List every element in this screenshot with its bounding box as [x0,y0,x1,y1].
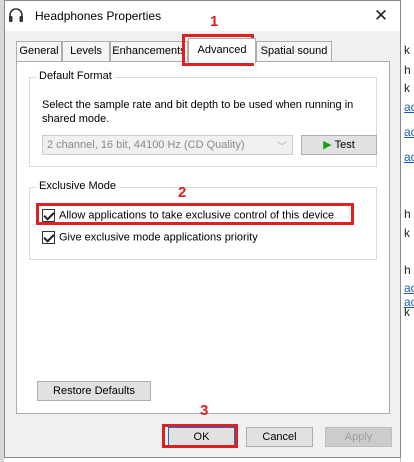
tab-enhancements[interactable]: Enhancements [110,41,188,61]
exclusive-priority-checkbox[interactable] [42,231,55,244]
advanced-tab-panel: Default Format Select the sample rate an… [16,61,390,414]
tab-advanced[interactable]: Advanced [188,38,256,63]
format-select[interactable]: 2 channel, 16 bit, 44100 Hz (CD Quality)… [42,135,293,155]
test-button[interactable]: ▶ Test [301,135,377,155]
cancel-button[interactable]: Cancel [246,427,313,447]
apply-button[interactable]: Apply [325,427,392,447]
annotation-number: 1 [210,13,219,30]
properties-dialog: Headphones Properties ✕ General Levels E… [4,0,401,458]
group-title: Exclusive Mode [36,180,120,192]
annotation-number: 3 [200,402,209,419]
annotation-number: 2 [178,184,187,201]
background-text: h [404,207,411,221]
background-text: k [404,43,410,57]
exclusive-priority-checkbox-row[interactable]: Give exclusive mode applications priorit… [42,231,258,245]
tab-levels[interactable]: Levels [62,41,110,61]
background-text: k [404,305,410,319]
background-window-strip: k h k ac ac ac h k h ac ac k [400,0,414,462]
annotation-box-ok-button [162,424,238,448]
background-text: k [404,81,410,95]
chevron-down-icon: ﹀ [277,142,287,153]
background-link[interactable]: ac [404,101,414,113]
default-format-group: Default Format Select the sample rate an… [29,70,377,167]
tab-general[interactable]: General [16,41,62,61]
format-select-value: 2 channel, 16 bit, 44100 Hz (CD Quality) [47,139,245,151]
background-text: h [404,63,411,77]
close-icon[interactable]: ✕ [368,3,394,29]
checkbox-label: Give exclusive mode applications priorit… [59,231,258,244]
play-icon: ▶ [323,139,332,151]
headphones-icon [7,6,25,24]
test-button-label: Test [334,139,355,151]
window-title: Headphones Properties [35,9,162,23]
background-link[interactable]: ac [404,151,414,163]
background-text: h [404,263,411,277]
group-title: Default Format [36,70,115,82]
format-description: Select the sample rate and bit depth to … [42,99,354,125]
annotation-box-exclusive-control [36,203,354,225]
background-text: k [404,226,410,240]
tab-spatial-sound[interactable]: Spatial sound [256,41,332,61]
title-bar[interactable]: Headphones Properties ✕ [5,1,400,31]
restore-defaults-button[interactable]: Restore Defaults [37,381,151,401]
background-link[interactable]: ac [404,282,414,294]
background-link[interactable]: ac [404,126,414,138]
